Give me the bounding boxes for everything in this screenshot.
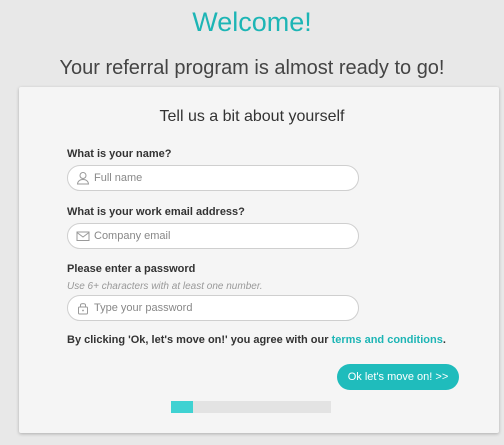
user-icon [76,172,90,185]
password-field-wrapper[interactable] [67,295,359,321]
progress-fill [171,401,194,413]
password-label: Please enter a password [67,263,196,275]
email-field-wrapper[interactable] [67,223,359,249]
welcome-heading: Welcome! [192,7,312,37]
name-label: What is your name? [67,148,172,160]
email-input[interactable] [94,224,354,248]
name-input[interactable] [94,166,354,190]
name-field-wrapper[interactable] [67,165,359,191]
card-title: Tell us a bit about yourself [159,108,345,125]
password-hint: Use 6+ characters with at least one numb… [67,281,263,292]
terms-notice: By clicking 'Ok, let's move on!' you agr… [67,333,446,347]
signup-card: Tell us a bit about yourself What is you… [19,87,499,433]
email-label: What is your work email address? [67,206,245,218]
page-subtitle: Your referral program is almost ready to… [59,57,445,79]
lock-icon [78,303,88,315]
terms-suffix: . [442,334,446,346]
password-input[interactable] [94,296,354,320]
submit-button[interactable]: Ok let's move on! >> [337,364,459,390]
progress-bar [171,401,331,413]
onboarding-page: Welcome! Your referral program is almost… [0,0,504,445]
terms-link[interactable]: terms and conditions [332,334,443,346]
envelope-icon [76,231,90,241]
terms-text: By clicking 'Ok, let's move on!' you agr… [67,334,332,346]
